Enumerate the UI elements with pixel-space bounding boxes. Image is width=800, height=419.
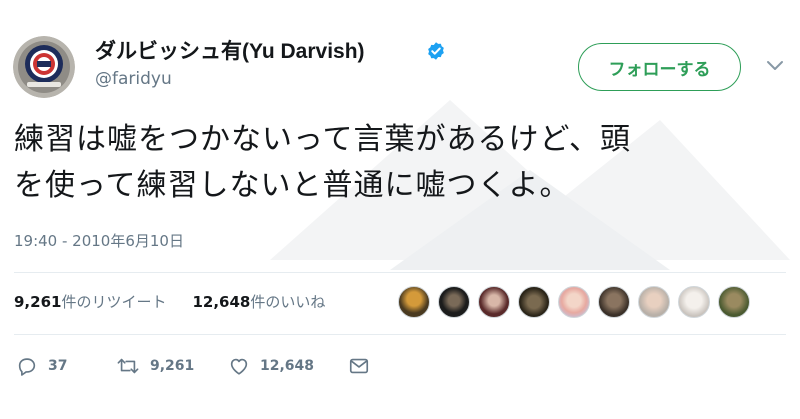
liker-avatar[interactable] xyxy=(558,286,590,318)
reply-button[interactable]: 37 xyxy=(16,355,116,377)
retweet-icon xyxy=(117,358,139,374)
liker-avatar[interactable] xyxy=(518,286,550,318)
envelope-icon xyxy=(349,358,369,374)
liker-avatar[interactable] xyxy=(678,286,710,318)
user-handle[interactable]: @faridyu xyxy=(95,69,172,89)
tweet-text-line: 練習は嘘をつかないって言葉があるけど、頭 xyxy=(14,122,631,157)
reply-icon xyxy=(18,358,36,376)
direct-message-button[interactable] xyxy=(348,355,370,377)
liker-avatars xyxy=(398,286,750,318)
liker-avatar[interactable] xyxy=(398,286,430,318)
like-stat-count: 12,648 xyxy=(192,293,251,311)
liker-avatar[interactable] xyxy=(598,286,630,318)
like-button[interactable]: 12,648 xyxy=(228,355,348,377)
tweet-text: 練習は嘘をつかないって言葉があるけど、頭 を使って練習しないと普通に嘘つくよ。 xyxy=(14,117,784,209)
tweet-text-line: を使って練習しないと普通に嘘つくよ。 xyxy=(14,168,571,203)
chevron-down-icon[interactable] xyxy=(766,60,784,72)
liker-avatar[interactable] xyxy=(638,286,670,318)
liker-avatar[interactable] xyxy=(718,286,750,318)
display-name[interactable]: ダルビッシュ有(Yu Darvish) xyxy=(95,35,365,65)
timestamp[interactable]: 19:40 - 2010年6月10日 xyxy=(14,230,184,251)
like-count: 12,648 xyxy=(260,358,315,374)
retweet-count: 9,261 xyxy=(150,358,195,374)
like-stat[interactable]: 12,648件のいいね xyxy=(192,291,325,312)
retweet-stat-count: 9,261 xyxy=(14,293,62,311)
cubs-logo-icon xyxy=(13,36,75,98)
retweet-stat-label: 件のリツイート xyxy=(61,293,167,311)
divider xyxy=(14,272,786,273)
like-stat-label: 件のいいね xyxy=(250,293,326,311)
divider xyxy=(14,334,786,335)
retweet-stat[interactable]: 9,261件のリツイート xyxy=(14,291,166,312)
tweet-actions: 37 9,261 12,648 xyxy=(16,355,370,377)
liker-avatar[interactable] xyxy=(478,286,510,318)
follow-button[interactable]: フォローする xyxy=(578,43,741,91)
heart-icon xyxy=(230,358,248,375)
engagement-stats: 9,261件のリツイート 12,648件のいいね xyxy=(14,291,325,312)
reply-count: 37 xyxy=(48,358,68,374)
liker-avatar[interactable] xyxy=(438,286,470,318)
avatar[interactable] xyxy=(13,36,75,98)
verified-badge-icon xyxy=(428,42,444,60)
retweet-button[interactable]: 9,261 xyxy=(116,355,228,377)
